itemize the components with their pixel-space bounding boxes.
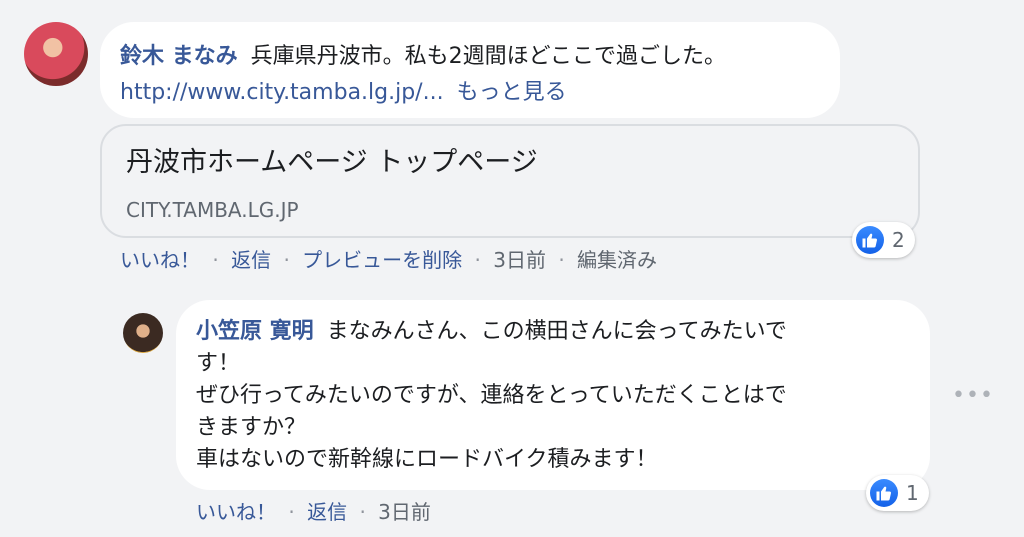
comment-link[interactable]: http://www.city.tamba.lg.jp/... <box>120 80 444 105</box>
reaction-count: 2 <box>892 228 905 252</box>
link-preview-title: 丹波市ホームページ トップページ <box>126 147 538 178</box>
reply-link[interactable]: 返信 <box>231 248 271 272</box>
comment-author[interactable]: 小笠原 寛明 <box>196 319 314 344</box>
comment-text-line: 車はないので新幹線にロードバイク積みます！ <box>196 447 658 472</box>
separator: · <box>212 248 219 272</box>
see-more-link[interactable]: もっと見る <box>457 80 567 105</box>
comment-actions-ogasawara: いいね！ · 返信 · 3日前 <box>196 496 431 525</box>
more-options-icon[interactable]: ••• <box>952 383 994 408</box>
comment-text-line: す！ <box>196 351 241 376</box>
separator: · <box>283 248 290 272</box>
comment-timestamp[interactable]: 3日前 <box>493 248 546 272</box>
comment-text-line: ぜひ行ってみたいのですが、連絡をとっていただくことはで <box>196 383 787 408</box>
reaction-summary-suzuki[interactable]: 2 <box>852 222 915 258</box>
avatar-suzuki[interactable] <box>24 22 88 86</box>
edited-label[interactable]: 編集済み <box>577 248 657 272</box>
comment-timestamp[interactable]: 3日前 <box>378 500 431 524</box>
separator: · <box>288 500 295 524</box>
comment-text-line: きますか？ <box>196 415 307 440</box>
reaction-summary-ogasawara[interactable]: 1 <box>866 475 929 511</box>
avatar-ogasawara[interactable] <box>123 313 163 353</box>
reply-link[interactable]: 返信 <box>307 500 347 524</box>
like-thumb-icon <box>870 479 898 507</box>
comment-text-line: まなみんさん、この横田さんに会ってみたいで <box>326 319 787 344</box>
comment-actions-suzuki: いいね！ · 返信 · プレビューを削除 · 3日前 · 編集済み <box>120 244 657 273</box>
comment-author[interactable]: 鈴木 まなみ <box>120 44 238 69</box>
separator: · <box>359 500 366 524</box>
reaction-count: 1 <box>906 481 919 505</box>
like-link[interactable]: いいね！ <box>196 500 276 524</box>
like-thumb-icon <box>856 226 884 254</box>
remove-preview-link[interactable]: プレビューを削除 <box>302 248 462 272</box>
comment-bubble-suzuki: 鈴木 まなみ 兵庫県丹波市。私も2週間ほどここで過ごした。 http://www… <box>100 22 840 118</box>
comment-text: 兵庫県丹波市。私も2週間ほどここで過ごした。 <box>250 44 727 69</box>
separator: · <box>474 248 481 272</box>
link-preview-card[interactable]: 丹波市ホームページ トップページ CITY.TAMBA.LG.JP <box>100 124 920 238</box>
separator: · <box>558 248 565 272</box>
comment-bubble-ogasawara: 小笠原 寛明 まなみんさん、この横田さんに会ってみたいで す！ ぜひ行ってみたい… <box>176 300 930 490</box>
like-link[interactable]: いいね！ <box>120 248 200 272</box>
link-preview-domain: CITY.TAMBA.LG.JP <box>126 198 299 222</box>
